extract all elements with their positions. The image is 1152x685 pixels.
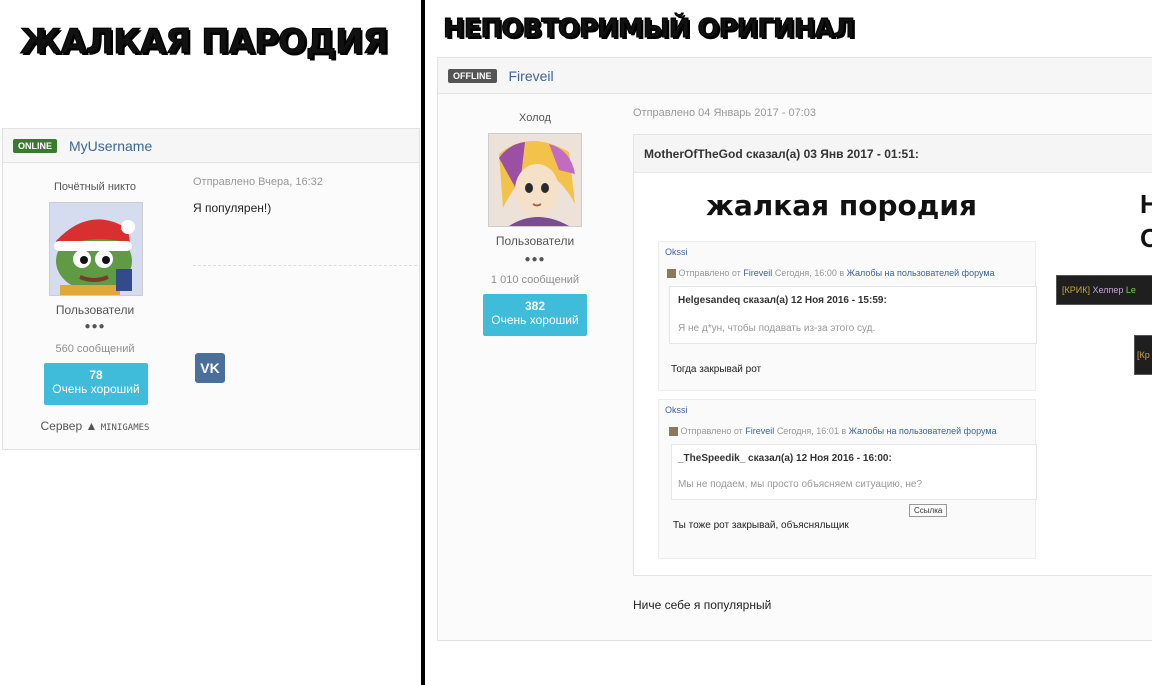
inner-quote-2-header: _TheSpeedik_ сказал(а) 12 Ноя 2016 - 16:… <box>678 453 892 464</box>
left-post-message: Я популярен!) <box>193 201 272 215</box>
inner-quote-2-text: Мы не подаем, мы просто объясняем ситуац… <box>678 479 923 490</box>
right-post-count: 1 010 сообщений <box>490 274 580 286</box>
left-reputation-badge[interactable]: 78 Очень хороший <box>44 363 148 405</box>
inner-post-1-meta-time: Сегодня, 16:00 в <box>774 268 845 278</box>
inner-post-2: Okssi Отправлено от Fireveil Сегодня, 16… <box>658 399 1037 559</box>
right-post-message: Ниче себе я популярный <box>633 598 772 612</box>
left-post-header: ONLINE MyUsername <box>3 129 419 163</box>
left-user-title: Почётный никто <box>53 181 137 193</box>
embedded-side-letter-1: Н <box>1140 189 1152 219</box>
right-user-title: Холод <box>519 112 551 124</box>
outer-quote-header: MotherOfTheGod сказал(а) 03 Янв 2017 - 0… <box>634 135 1152 173</box>
inner-post-1-meta: Отправлено от Fireveil Сегодня, 16:00 в … <box>667 268 995 279</box>
tag2-label: [Кр <box>1137 350 1150 360</box>
vk-icon[interactable]: VK <box>195 353 225 383</box>
inner-post-1-meta-prefix: Отправлено от <box>678 268 741 278</box>
inner-post-2-meta-user[interactable]: Fireveil <box>745 426 774 436</box>
anime-avatar-image <box>489 134 581 226</box>
left-avatar[interactable] <box>49 202 143 296</box>
inner-quote-1: Helgesandeq сказал(а) 12 Ноя 2016 - 15:5… <box>669 286 1037 344</box>
inner-post-2-meta: Отправлено от Fireveil Сегодня, 16:01 в … <box>669 426 997 437</box>
left-rep-label: Очень хороший <box>52 382 140 396</box>
right-post-date: Отправлено 04 Январь 2017 - 07:03 <box>633 107 816 119</box>
left-post: ONLINE MyUsername Почётный никто Пользов… <box>2 128 420 450</box>
inner-post-2-meta-forum[interactable]: Жалобы на пользователей форума <box>849 426 997 436</box>
inner-quote-1-text: Я не д*ун, чтобы подавать из-за этого су… <box>678 323 876 334</box>
right-avatar[interactable] <box>488 133 582 227</box>
right-rep-label: Очень хороший <box>491 313 579 327</box>
inner-post-2-meta-prefix: Отправлено от <box>680 426 743 436</box>
tag-label: [КРИК] <box>1062 285 1090 295</box>
vk-icon-text: VK <box>200 360 220 376</box>
embedded-side-letter-2: О <box>1140 223 1152 253</box>
inner-post-2-meta-time: Сегодня, 16:01 в <box>776 426 847 436</box>
inner-post-1-author[interactable]: Okssi <box>665 247 688 257</box>
left-caption: ЖАЛКАЯ ПАРОДИЯ <box>20 22 390 63</box>
inner-post-1-meta-icon <box>667 269 676 279</box>
server-arrow-icon: ▲ <box>85 419 98 433</box>
right-post: OFFLINE Fireveil Холод Пользователи ●●● … <box>437 57 1152 641</box>
inner-post-2-reply: Ты тоже рот закрывай, объясняльщик <box>673 520 849 531</box>
inner-post-1-meta-user[interactable]: Fireveil <box>743 268 772 278</box>
tag-tail: Le <box>1125 285 1136 295</box>
link-tooltip: Ссылка <box>909 504 948 517</box>
left-rank-pips: ●●● <box>84 321 106 332</box>
center-divider <box>421 0 425 685</box>
outer-quote: MotherOfTheGod сказал(а) 03 Янв 2017 - 0… <box>633 134 1152 576</box>
inner-post-2-meta-icon <box>669 427 678 437</box>
right-rep-value: 382 <box>524 299 546 313</box>
embedded-tag-bar-2: [Кр <box>1134 335 1152 375</box>
embedded-title: жалкая породия <box>706 189 977 222</box>
right-reputation-badge[interactable]: 382 Очень хороший <box>483 294 587 336</box>
right-user-group: Пользователи <box>495 234 575 248</box>
offline-badge: OFFLINE <box>448 68 497 83</box>
left-username-link[interactable]: MyUsername <box>69 138 152 154</box>
left-post-count: 560 сообщений <box>55 343 135 355</box>
inner-post-1-meta-forum[interactable]: Жалобы на пользователей форума <box>847 268 995 278</box>
online-badge: ONLINE <box>13 138 58 153</box>
pepe-avatar-image <box>50 203 142 295</box>
inner-quote-2: _TheSpeedik_ сказал(а) 12 Ноя 2016 - 16:… <box>671 444 1037 500</box>
left-server-row: Сервер ▲ MINIGAMES <box>25 419 165 433</box>
embedded-tag-bar: [КРИК] Хелпер Le <box>1056 275 1152 305</box>
tag-user: Хелпер <box>1092 285 1124 295</box>
right-rank-pips: ●●● <box>524 254 546 265</box>
inner-post-1-reply: Тогда закрывай рот <box>671 364 762 375</box>
left-rep-value: 78 <box>89 368 103 382</box>
right-username-link[interactable]: Fireveil <box>509 68 554 84</box>
inner-post-2-author[interactable]: Okssi <box>665 405 688 415</box>
server-name: MINIGAMES <box>100 423 150 433</box>
right-post-header: OFFLINE Fireveil <box>438 58 1152 94</box>
right-caption: НЕПОВТОРИМЫЙ ОРИГИНАЛ <box>442 14 855 45</box>
inner-post-1: Okssi Отправлено от Fireveil Сегодня, 16… <box>658 241 1037 391</box>
left-user-group: Пользователи <box>55 303 135 317</box>
server-label: Сервер <box>40 419 83 433</box>
left-post-date: Отправлено Вчера, 16:32 <box>193 176 323 188</box>
embedded-image: жалкая породия Н О [КРИК] Хелпер Le [Кр … <box>642 183 1152 567</box>
inner-quote-1-header: Helgesandeq сказал(а) 12 Ноя 2016 - 15:5… <box>678 295 887 306</box>
left-signature-divider <box>193 265 417 266</box>
